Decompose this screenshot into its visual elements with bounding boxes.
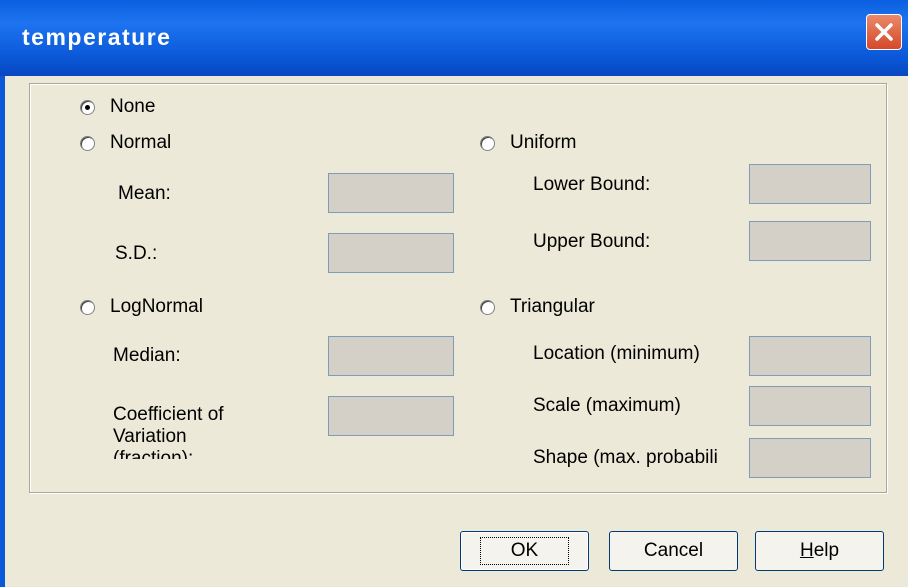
shape-label: Shape (max. probabili bbox=[533, 447, 718, 468]
upper-bound-input[interactable] bbox=[749, 221, 871, 261]
sd-label: S.D.: bbox=[115, 243, 158, 264]
radio-lognormal-indicator bbox=[80, 299, 95, 315]
close-icon bbox=[875, 23, 893, 41]
lower-bound-input[interactable] bbox=[749, 164, 871, 204]
radio-uniform-label: Uniform bbox=[510, 132, 577, 153]
window-title: temperature bbox=[22, 24, 172, 50]
lower-bound-label: Lower Bound: bbox=[533, 174, 651, 195]
mean-input[interactable] bbox=[328, 173, 454, 213]
median-input[interactable] bbox=[328, 336, 454, 376]
radio-none-indicator bbox=[80, 99, 95, 115]
title-bar[interactable]: temperature bbox=[0, 0, 908, 76]
radio-triangular-label: Triangular bbox=[510, 296, 595, 317]
cancel-button[interactable]: Cancel bbox=[609, 531, 738, 571]
radio-lognormal[interactable]: LogNormal bbox=[80, 296, 203, 318]
scale-input[interactable] bbox=[749, 386, 871, 426]
radio-triangular-indicator bbox=[480, 299, 495, 315]
ok-button[interactable]: OK bbox=[460, 531, 589, 571]
location-input[interactable] bbox=[749, 336, 871, 376]
mean-label: Mean: bbox=[118, 183, 171, 204]
sd-input[interactable] bbox=[328, 233, 454, 273]
location-label: Location (minimum) bbox=[533, 343, 700, 364]
ok-button-label: OK bbox=[479, 537, 570, 565]
scale-label: Scale (maximum) bbox=[533, 395, 681, 416]
help-rest: elp bbox=[813, 540, 840, 561]
cov-label: Coefficient of Variation (fraction): bbox=[113, 404, 224, 459]
cancel-button-label: Cancel bbox=[643, 540, 704, 561]
radio-normal-label: Normal bbox=[110, 132, 172, 153]
close-button[interactable] bbox=[866, 14, 902, 50]
radio-none-label: None bbox=[110, 96, 156, 117]
median-label: Median: bbox=[113, 345, 181, 366]
radio-lognormal-label: LogNormal bbox=[110, 296, 203, 317]
radio-none[interactable]: None bbox=[80, 96, 155, 118]
window-border bbox=[0, 76, 5, 587]
radio-normal-indicator bbox=[80, 135, 95, 151]
help-button[interactable]: Help bbox=[755, 531, 884, 571]
help-accelerator: H bbox=[799, 540, 814, 561]
shape-input[interactable] bbox=[749, 438, 871, 478]
radio-normal[interactable]: Normal bbox=[80, 132, 171, 154]
radio-uniform-indicator bbox=[480, 135, 495, 151]
radio-uniform[interactable]: Uniform bbox=[480, 132, 577, 154]
cov-input[interactable] bbox=[328, 396, 454, 436]
radio-triangular[interactable]: Triangular bbox=[480, 296, 595, 318]
dialog-window: temperature None Normal Mean: S.D.: LogN… bbox=[0, 0, 908, 587]
help-button-label: Help bbox=[800, 540, 839, 562]
upper-bound-label: Upper Bound: bbox=[533, 231, 651, 252]
